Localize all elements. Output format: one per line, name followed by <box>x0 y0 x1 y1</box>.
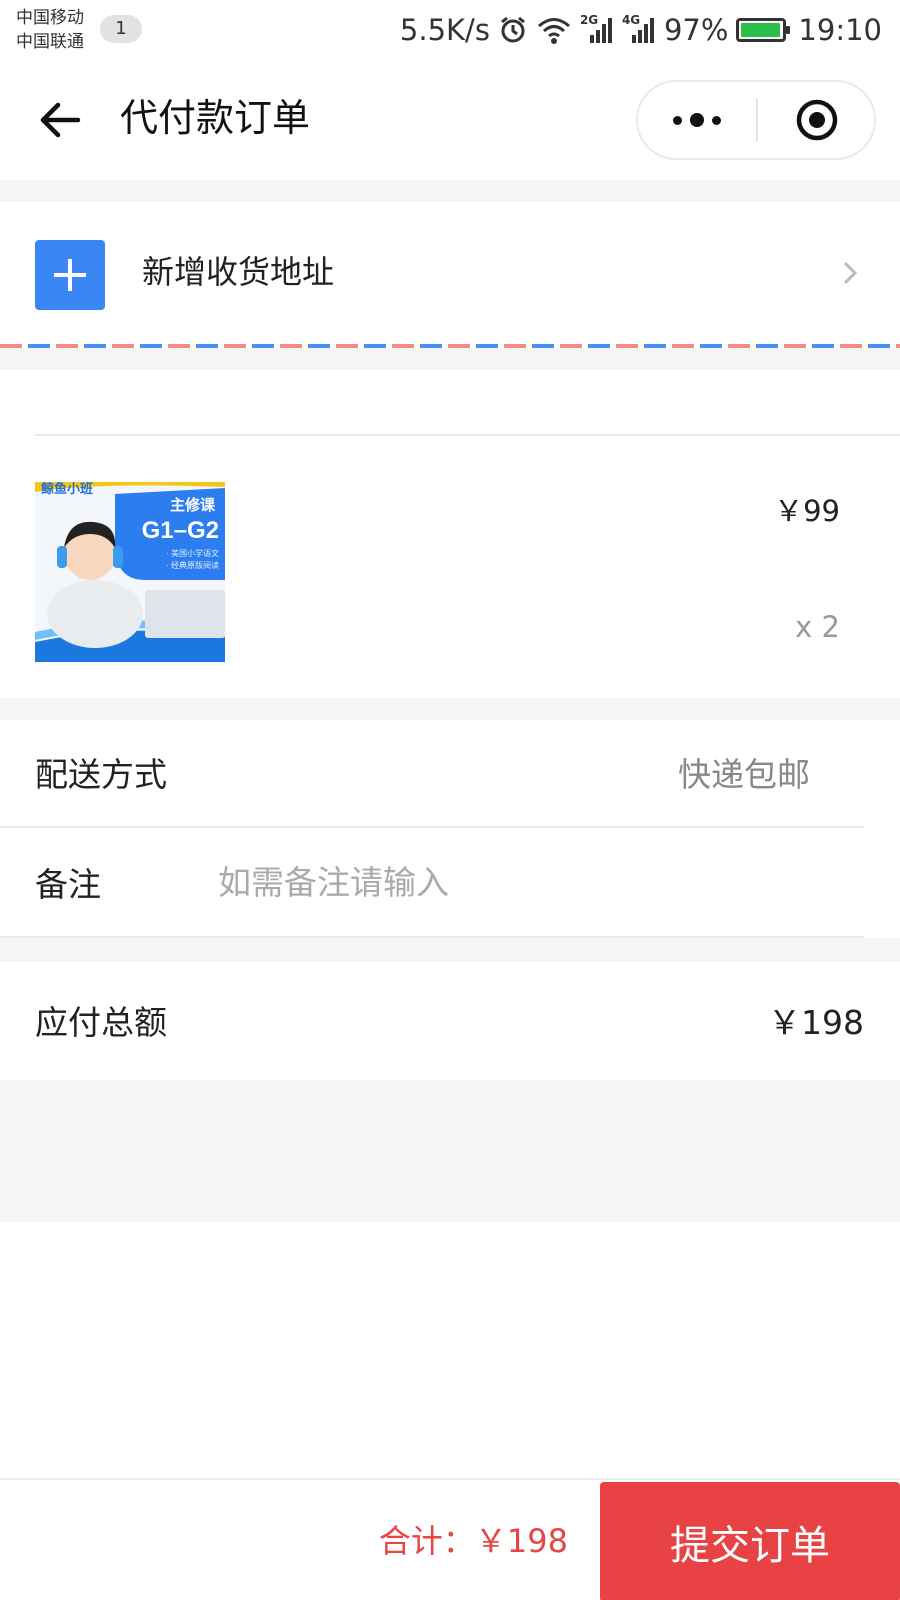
target-circle-icon <box>796 99 838 141</box>
signal-type-label: 2G <box>579 13 599 27</box>
course-point-2: · 经典原版阅读 <box>166 560 219 570</box>
plus-icon <box>35 240 105 310</box>
section-gap <box>0 348 900 370</box>
nav-bar: 代付款订单 <box>0 62 900 180</box>
order-total: 合计：￥198 <box>378 1522 568 1560</box>
add-address-row[interactable]: 新增收货地址 <box>0 202 900 344</box>
section-gap <box>0 180 900 202</box>
signal-icon: 4G <box>621 13 656 45</box>
arrow-left-icon <box>40 102 81 138</box>
back-button[interactable] <box>36 96 84 144</box>
battery-percent: 97% <box>663 13 729 47</box>
course-level: G1–G2 <box>142 517 219 544</box>
chevron-right-icon <box>843 261 858 285</box>
page-title: 代付款订单 <box>120 96 311 140</box>
product-image[interactable]: 鲸鱼小班 主修课 G1–G2 · 美国小学语文 · 经典原版阅读 <box>35 482 225 662</box>
status-bar: 中国移动 中国联通 1 5.5K/s 2G 4G 97% 19:10 <box>0 0 900 62</box>
total-due-label: 应付总额 <box>35 1003 167 1042</box>
remark-label: 备注 <box>35 865 101 904</box>
total-due-row: 应付总额 ￥198 <box>0 962 900 1080</box>
dot <box>673 115 682 125</box>
signal-icon: 2G <box>579 13 614 45</box>
carrier-1: 中国移动 <box>16 8 84 28</box>
course-headline: 主修课 <box>170 496 216 514</box>
menu-capsule <box>636 80 876 160</box>
alarm-icon <box>498 15 528 45</box>
course-logo-text: 鲸鱼小班 <box>41 482 93 496</box>
total-due-value: ￥198 <box>768 1003 864 1042</box>
product-quantity: x 2 <box>795 610 840 644</box>
course-point-1: · 美国小学语文 <box>166 548 219 558</box>
section-gap <box>0 938 900 962</box>
notification-badge: 1 <box>100 15 142 43</box>
network-speed: 5.5K/s <box>399 13 490 47</box>
status-indicators: 5.5K/s 2G 4G 97% 19:10 <box>400 8 882 52</box>
dot <box>712 115 721 125</box>
delivery-method-label: 配送方式 <box>35 755 167 794</box>
delivery-method-row[interactable]: 配送方式 快递包邮 <box>0 720 900 826</box>
delivery-method-value: 快递包邮 <box>678 755 810 794</box>
clock-time: 19:10 <box>798 13 882 47</box>
remark-input[interactable] <box>218 852 818 912</box>
more-button[interactable] <box>638 82 756 158</box>
close-miniprogram-button[interactable] <box>758 82 876 158</box>
empty-gray-area <box>0 1080 900 1222</box>
wifi-icon <box>536 15 572 45</box>
carrier-names: 中国移动 中国联通 <box>16 6 84 54</box>
divider <box>35 434 900 436</box>
dot <box>690 113 704 127</box>
remark-row: 备注 <box>0 828 900 936</box>
section-gap <box>0 698 900 720</box>
product-card: 鲸鱼小班 主修课 G1–G2 · 美国小学语文 · 经典原版阅读 ￥99 x 2 <box>0 370 900 698</box>
product-price: ￥99 <box>774 494 840 528</box>
battery-icon <box>736 18 791 42</box>
battery-level <box>741 23 781 37</box>
submit-order-button[interactable]: 提交订单 <box>600 1482 900 1600</box>
add-address-label: 新增收货地址 <box>142 253 335 291</box>
more-dots-icon <box>673 113 721 127</box>
signal-type-label: 4G <box>621 13 641 27</box>
carrier-2: 中国联通 <box>16 32 84 52</box>
bottom-bar: 合计：￥198 提交订单 <box>0 1478 900 1600</box>
